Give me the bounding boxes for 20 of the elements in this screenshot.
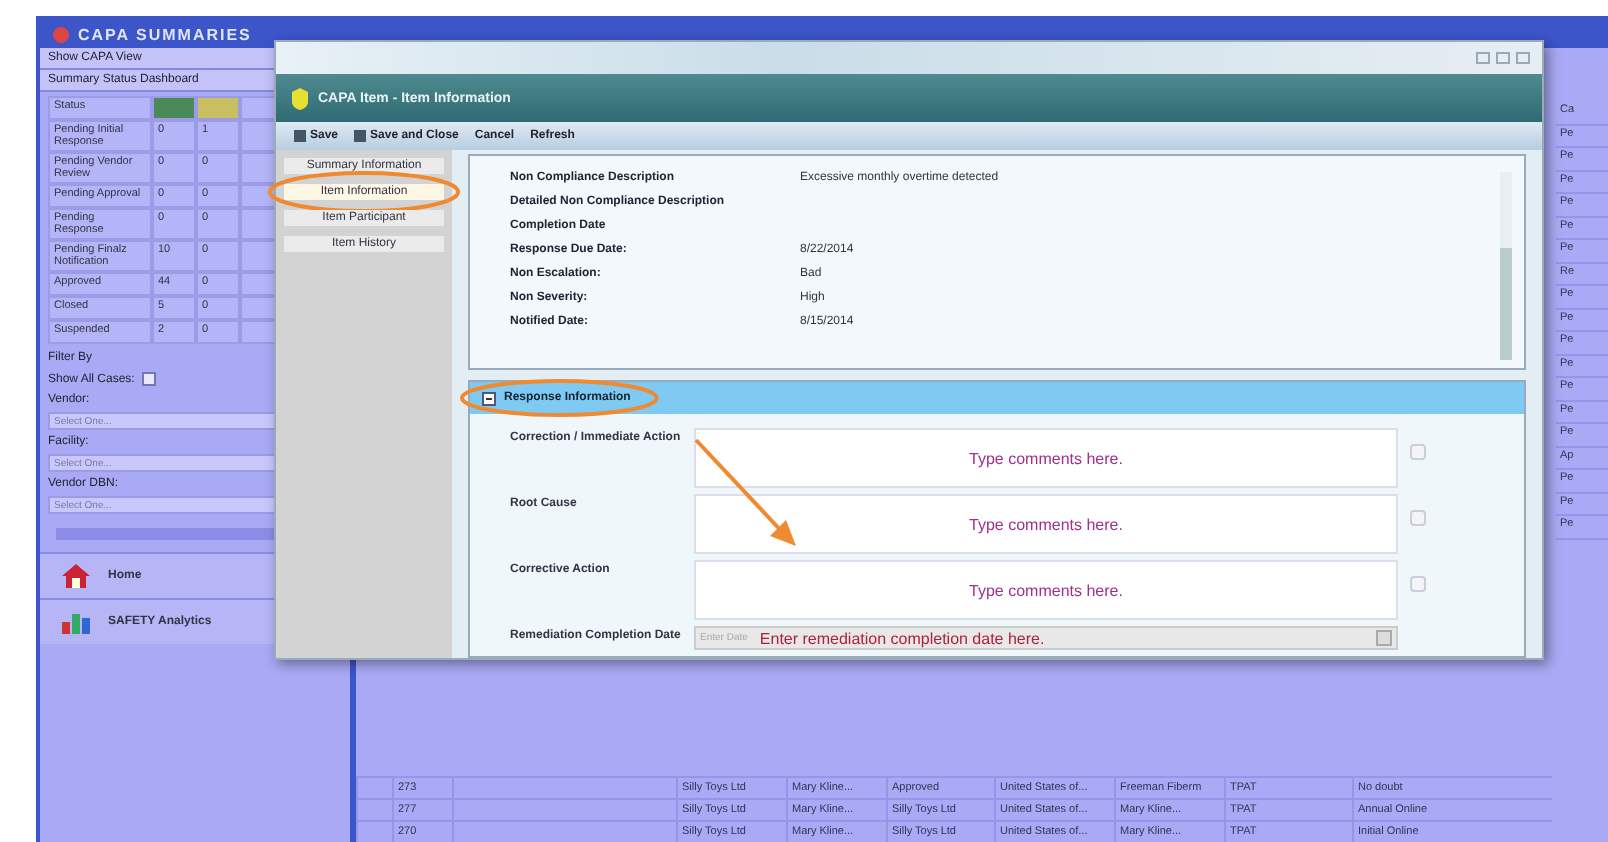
spellcheck-button[interactable] bbox=[1410, 444, 1426, 460]
maximize-button[interactable] bbox=[1496, 52, 1510, 64]
scrollbar[interactable] bbox=[1500, 172, 1512, 360]
collapse-icon[interactable] bbox=[482, 391, 496, 405]
comment-field[interactable]: Type comments here. bbox=[694, 560, 1398, 620]
logo-icon bbox=[52, 25, 70, 43]
checkbox[interactable] bbox=[142, 372, 157, 386]
date-input[interactable]: Enter remediation completion date here. bbox=[755, 627, 1368, 649]
spellcheck-button[interactable] bbox=[1410, 576, 1426, 592]
comment-field[interactable]: Type comments here. bbox=[694, 428, 1398, 488]
calendar-button[interactable] bbox=[1376, 630, 1392, 646]
house-icon bbox=[60, 562, 92, 590]
shield-icon bbox=[292, 87, 308, 109]
minimize-button[interactable] bbox=[1476, 52, 1490, 64]
annotation-arrow bbox=[694, 438, 796, 546]
app-title: CAPA SUMMARIES bbox=[78, 25, 252, 43]
chart-icon bbox=[60, 608, 92, 636]
comment-field[interactable]: Type comments here. bbox=[694, 494, 1398, 554]
spellcheck-button[interactable] bbox=[1410, 510, 1426, 526]
close-button[interactable] bbox=[1516, 52, 1530, 64]
